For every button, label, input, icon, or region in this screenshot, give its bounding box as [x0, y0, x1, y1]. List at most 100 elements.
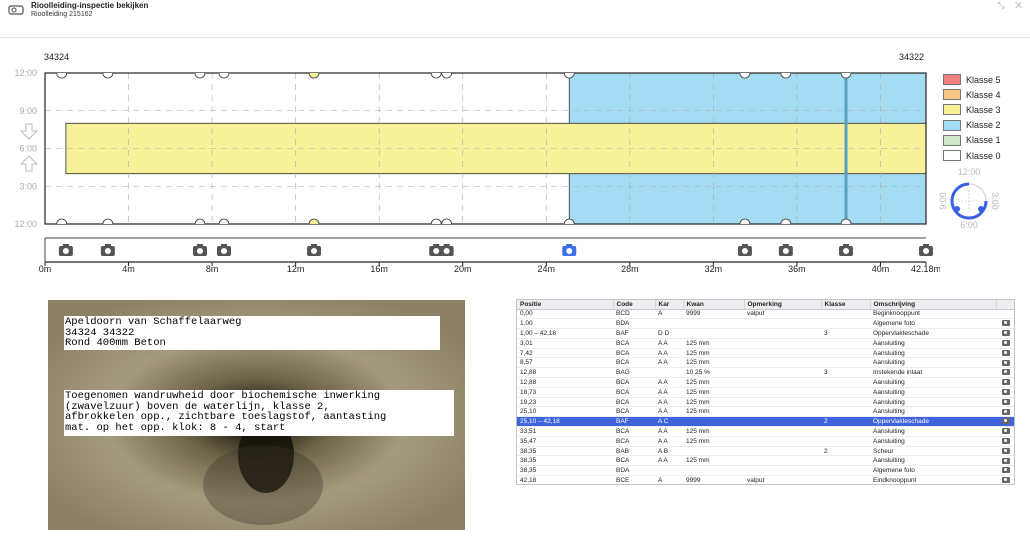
table-row[interactable]: 38,35 BDA Algemene foto — [517, 465, 1014, 477]
window-controls[interactable]: ⤡ ✕ — [997, 0, 1026, 11]
table-row[interactable]: 0,00 BCD A 9999 valput Beginknooppunt — [517, 309, 1014, 320]
scroll-up-arrow-icon[interactable] — [19, 155, 39, 172]
table-cell: A — [655, 309, 683, 320]
x-tick-label: 42.18m — [911, 264, 940, 274]
row-photo-cell[interactable] — [996, 348, 1014, 359]
row-photo-cell[interactable] — [996, 338, 1014, 349]
row-photo-cell[interactable] — [996, 406, 1014, 418]
camera-icon[interactable] — [1002, 408, 1010, 415]
table-row[interactable]: 35,47 BCA A A 125 mm Aansluiting — [517, 436, 1014, 447]
row-photo-cell[interactable] — [996, 357, 1014, 369]
column-header[interactable]: Kwan — [683, 300, 745, 310]
table-cell: BCA — [613, 455, 655, 467]
row-photo-cell[interactable] — [996, 328, 1014, 339]
column-header[interactable]: Opmerking — [744, 300, 822, 310]
camera-icon[interactable] — [58, 244, 73, 256]
table-cell — [683, 465, 744, 477]
table-row[interactable]: 38,35 BAB A B 2 Scheur — [517, 446, 1014, 457]
table-row[interactable]: 7,42 BCA A A 125 mm Aansluiting — [517, 348, 1014, 359]
row-photo-cell[interactable] — [996, 446, 1014, 457]
column-header[interactable] — [996, 300, 1014, 310]
table-row[interactable]: 12,88 BCA A A 125 mm Aansluiting — [517, 377, 1014, 388]
camera-icon[interactable] — [1002, 349, 1010, 356]
row-photo-cell[interactable] — [996, 377, 1014, 388]
table-cell: D D — [655, 328, 683, 339]
camera-icon[interactable] — [1002, 330, 1010, 337]
table-cell: valput — [744, 475, 821, 484]
row-photo-cell[interactable] — [996, 465, 1014, 477]
row-photo-cell[interactable] — [996, 318, 1014, 330]
table-cell: BCA — [613, 397, 655, 408]
camera-icon[interactable] — [737, 244, 752, 256]
camera-icon[interactable] — [1002, 428, 1010, 435]
camera-icon[interactable] — [839, 244, 854, 256]
row-photo-cell[interactable] — [996, 387, 1014, 398]
table-row[interactable]: 38,35 BCA A A 125 mm Aansluiting — [517, 455, 1014, 467]
row-photo-cell[interactable] — [996, 426, 1014, 437]
table-cell — [821, 397, 870, 408]
scroll-down-arrow-icon[interactable] — [19, 123, 39, 140]
camera-icon[interactable] — [192, 244, 207, 256]
column-header[interactable]: Omschrijving — [870, 300, 997, 310]
table-cell: A A — [655, 455, 683, 467]
column-header[interactable]: Code — [613, 300, 656, 310]
clock-label-left: 9:00 — [938, 192, 948, 210]
camera-icon[interactable] — [562, 244, 577, 256]
table-cell — [655, 465, 683, 477]
table-row[interactable]: 25,10 – 42,18 BAF A C 2 Oppervlakteschade — [517, 416, 1014, 428]
camera-icon[interactable] — [1002, 389, 1010, 396]
camera-icon[interactable] — [1002, 398, 1010, 405]
camera-icon[interactable] — [1002, 467, 1010, 474]
camera-icon[interactable] — [919, 244, 933, 256]
table-cell: Instekende inlaat — [870, 367, 996, 379]
column-header[interactable]: Klasse — [821, 300, 871, 310]
table-cell — [821, 455, 870, 467]
table-cell: Aansluiting — [870, 387, 996, 398]
camera-icon[interactable] — [1002, 438, 1010, 445]
pipe-profile-chart[interactable]: 12:00 9:00 6:00 3:00 12:00 0m 4m 8m 12m 16m 20m 24m… — [0, 60, 940, 280]
table-row[interactable]: 19,23 BCA A A 125 mm Aansluiting — [517, 397, 1014, 408]
row-photo-cell[interactable] — [996, 397, 1014, 408]
table-cell: 38,35 — [517, 455, 613, 467]
camera-icon[interactable] — [1002, 447, 1010, 454]
row-photo-cell[interactable] — [996, 416, 1014, 428]
row-photo-cell[interactable] — [996, 367, 1014, 379]
table-row[interactable]: 8,57 BCA A A 125 mm Aansluiting — [517, 357, 1014, 369]
table-row[interactable]: 18,73 BCA A A 125 mm Aansluiting — [517, 387, 1014, 398]
table-cell: Algemene foto — [870, 465, 996, 477]
camera-icon[interactable] — [1002, 457, 1010, 464]
camera-icon[interactable] — [439, 244, 454, 256]
column-header[interactable]: Kar — [655, 300, 684, 310]
camera-icon[interactable] — [307, 244, 322, 256]
table-cell: BCA — [613, 406, 655, 418]
row-photo-cell[interactable] — [996, 455, 1014, 467]
table-cell: 125 mm — [683, 397, 744, 408]
camera-icon[interactable] — [1002, 369, 1010, 376]
row-photo-cell[interactable] — [996, 436, 1014, 447]
camera-icon[interactable] — [1002, 359, 1010, 366]
table-row[interactable]: 1,00 BDA Algemene foto — [517, 318, 1014, 330]
table-row[interactable]: 3,01 BCA A A 125 mm Aansluiting — [517, 338, 1014, 349]
column-header[interactable]: Positie — [517, 300, 614, 310]
table-row[interactable]: 42,18 BCE A 9999 valput Eindknooppunt — [517, 475, 1014, 484]
table-row[interactable]: 12,88 BAG 10 25 % 3 Instekende inlaat — [517, 367, 1014, 379]
camera-icon[interactable] — [778, 244, 793, 256]
camera-icon[interactable] — [1002, 418, 1010, 425]
camera-icon[interactable] — [216, 244, 231, 256]
row-photo-cell[interactable] — [996, 309, 1014, 320]
table-cell: A A — [655, 436, 683, 447]
class-legend: Klasse 5 Klasse 4 Klasse 3 Klasse 2 Klasse 1… — [943, 72, 1001, 163]
camera-icon[interactable] — [1002, 477, 1010, 484]
camera-icon[interactable] — [100, 244, 115, 256]
table-cell: 125 mm — [683, 357, 744, 369]
row-photo-cell[interactable] — [996, 475, 1014, 484]
table-row[interactable]: 33,51 BCA A A 125 mm Aansluiting — [517, 426, 1014, 437]
camera-icon[interactable] — [1002, 320, 1010, 327]
camera-icon[interactable] — [1002, 379, 1010, 386]
camera-icon[interactable] — [1002, 340, 1010, 347]
video-frame[interactable]: Apeldoorn van Schaffelaarweg 34324 34322… — [48, 300, 465, 530]
table-cell — [821, 377, 870, 388]
table-row[interactable]: 1,00 – 42,18 BAF D D 3 Oppervlakteschade — [517, 328, 1014, 339]
table-cell — [744, 348, 821, 359]
table-row[interactable]: 25,10 BCA A A 125 mm Aansluiting — [517, 406, 1014, 418]
